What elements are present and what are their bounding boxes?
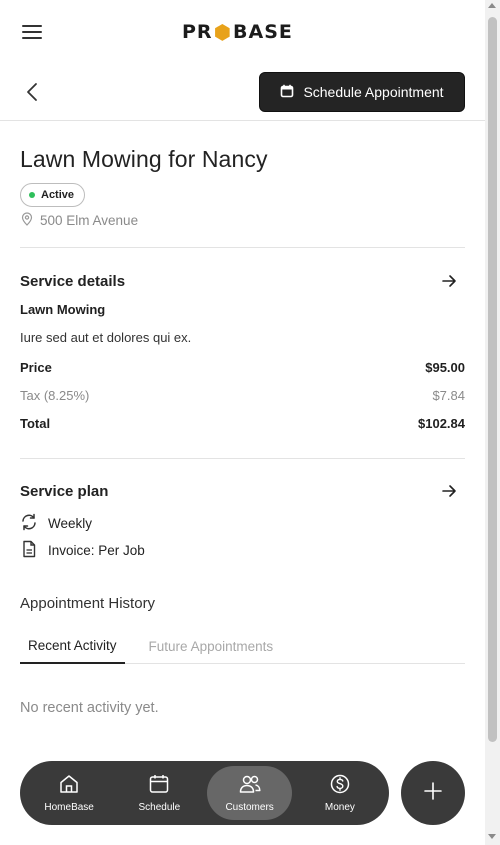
nav-item-money[interactable]: Money <box>297 766 382 820</box>
appointment-history-section: Appointment History Recent Activity Futu… <box>20 595 465 716</box>
tab-future-appointments[interactable]: Future Appointments <box>141 628 282 664</box>
location-pin-icon <box>20 212 34 229</box>
tab-recent-activity[interactable]: Recent Activity <box>20 628 125 664</box>
service-plan-title: Service plan <box>20 482 109 500</box>
repeat-icon <box>20 513 38 534</box>
empty-state-message: No recent activity yet. <box>20 700 159 716</box>
total-value: $102.84 <box>418 416 465 431</box>
service-description: Iure sed aut et dolores qui ex. <box>20 330 192 345</box>
nav-item-schedule[interactable]: Schedule <box>117 766 202 820</box>
total-row: Total $102.84 <box>20 416 465 431</box>
appointment-history-title: Appointment History <box>20 595 156 612</box>
price-value: $95.00 <box>425 360 465 375</box>
history-tabs: Recent Activity Future Appointments <box>20 628 465 664</box>
frequency-text: Weekly <box>48 516 93 531</box>
sub-header: Schedule Appointment <box>0 64 485 121</box>
vertical-scrollbar[interactable] <box>485 0 500 845</box>
calendar-icon <box>148 773 170 798</box>
nav-label: Customers <box>225 802 274 813</box>
home-icon <box>58 773 80 798</box>
status-badge: Active <box>20 183 86 207</box>
plus-icon <box>423 781 443 806</box>
nav-item-homebase[interactable]: HomeBase <box>27 766 112 820</box>
scrollbar-thumb[interactable] <box>488 17 497 742</box>
job-address: 500 Elm Avenue <box>20 212 465 229</box>
service-details-section: Service details Lawn Mowing Iure sed aut… <box>20 269 465 432</box>
service-plan-header: Service plan <box>20 479 465 503</box>
price-row: Price $95.00 <box>20 360 465 375</box>
dollar-icon <box>329 773 351 798</box>
status-dot-icon <box>29 192 35 198</box>
nav-label: Schedule <box>138 802 181 813</box>
service-details-header: Service details <box>20 269 465 293</box>
schedule-appointment-label: Schedule Appointment <box>303 84 444 100</box>
nav-label: HomeBase <box>44 802 94 813</box>
add-button[interactable] <box>401 761 465 825</box>
status-label: Active <box>41 189 75 201</box>
nav-item-customers[interactable]: Customers <box>207 766 293 820</box>
job-title: Lawn Mowing for Nancy <box>20 146 268 172</box>
logo-text-left: PR <box>182 21 213 43</box>
divider <box>20 247 465 248</box>
document-icon <box>20 540 38 561</box>
tax-row: Tax (8.25%) $7.84 <box>20 388 465 403</box>
divider <box>20 458 465 459</box>
service-details-title: Service details <box>20 272 126 290</box>
menu-icon[interactable] <box>20 21 44 43</box>
address-text: 500 Elm Avenue <box>40 213 139 228</box>
plan-invoice: Invoice: Per Job <box>20 540 465 561</box>
price-label: Price <box>20 360 52 375</box>
calendar-icon <box>280 84 294 101</box>
arrow-right-icon[interactable] <box>439 271 459 291</box>
bottom-nav: HomeBase Schedule Customers Money <box>20 761 389 825</box>
service-name: Lawn Mowing <box>20 302 106 317</box>
job-content: Lawn Mowing for Nancy Active 500 Elm Ave… <box>20 121 465 716</box>
scroll-down-icon[interactable] <box>488 834 496 839</box>
logo-hex-icon: ⬢ <box>213 20 233 44</box>
logo-text-right: BASE <box>233 21 293 43</box>
tax-value: $7.84 <box>432 388 465 403</box>
scroll-up-icon[interactable] <box>488 3 496 8</box>
arrow-right-icon[interactable] <box>439 481 459 501</box>
invoice-text: Invoice: Per Job <box>48 543 145 558</box>
total-label: Total <box>20 416 51 431</box>
service-plan-section: Service plan Weekly Invoice: Per Job <box>20 479 465 561</box>
nav-label: Money <box>324 802 355 813</box>
chevron-left-icon[interactable] <box>22 81 44 103</box>
schedule-appointment-button[interactable]: Schedule Appointment <box>259 72 465 112</box>
probase-logo[interactable]: PR ⬢ BASE <box>182 20 293 44</box>
plan-frequency: Weekly <box>20 513 465 534</box>
users-icon <box>238 773 262 798</box>
top-bar: PR ⬢ BASE <box>0 0 485 64</box>
tax-label: Tax (8.25%) <box>20 388 90 403</box>
